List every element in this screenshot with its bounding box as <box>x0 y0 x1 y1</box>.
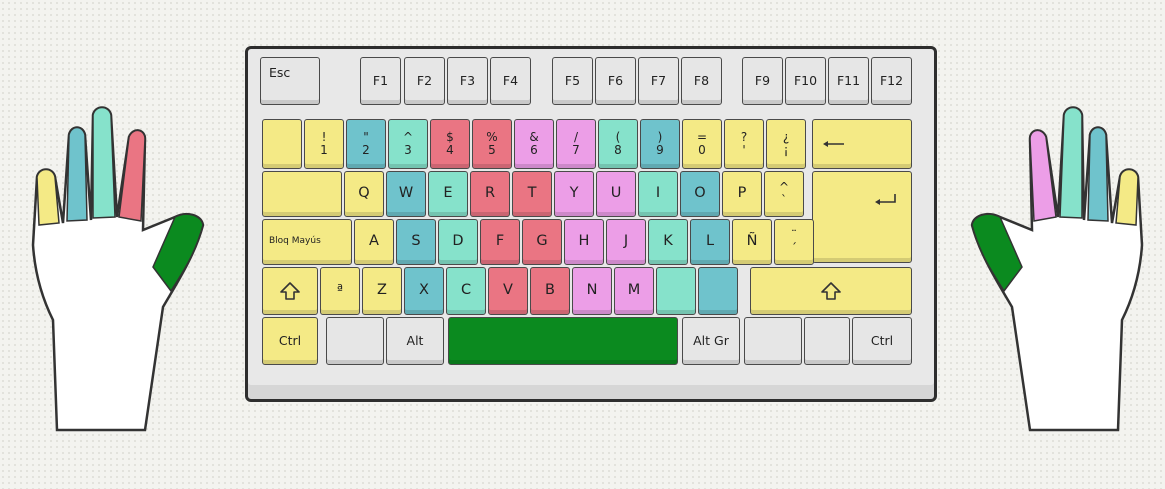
key-ctrl-left[interactable]: Ctrl <box>262 317 318 365</box>
right-ring <box>1087 126 1109 222</box>
key-tab[interactable] <box>262 171 342 217</box>
key-6-bottom: 6 <box>530 143 538 157</box>
left-hand <box>31 106 205 432</box>
key-8[interactable]: (8 <box>598 119 638 169</box>
key-diaeresis-bottom: ´ <box>791 241 797 255</box>
key-f5[interactable]: F5 <box>552 57 593 105</box>
key-6[interactable]: & 6 <box>514 119 554 169</box>
key-accent[interactable]: ^ ` <box>764 171 804 217</box>
key-backspace[interactable] <box>812 119 912 169</box>
key-a[interactable]: A <box>354 219 394 265</box>
key-j[interactable]: J <box>606 219 646 265</box>
key-comma[interactable] <box>656 267 696 315</box>
enter-arrow-icon <box>875 194 897 206</box>
key-3[interactable]: ^ 3 <box>388 119 428 169</box>
key-alt[interactable]: Alt <box>386 317 444 365</box>
key-win-left[interactable] <box>326 317 384 365</box>
key-d[interactable]: D <box>438 219 478 265</box>
key-ordinal[interactable]: ª <box>320 267 360 315</box>
key-apostrophe[interactable]: ? ' <box>724 119 764 169</box>
key-f10[interactable]: F10 <box>785 57 826 105</box>
key-capslock[interactable]: Bloq Mayús <box>262 219 352 265</box>
key-shift-left[interactable] <box>262 267 318 315</box>
key-v[interactable]: V <box>488 267 528 315</box>
key-i[interactable]: I <box>638 171 678 217</box>
key-f9[interactable]: F9 <box>742 57 783 105</box>
key-y[interactable]: Y <box>554 171 594 217</box>
key-0[interactable]: = 0 <box>682 119 722 169</box>
key-inverted-exclamation-bottom: ¡ <box>783 143 789 157</box>
key-f11[interactable]: F11 <box>828 57 869 105</box>
key-f[interactable]: F <box>480 219 520 265</box>
key-l[interactable]: L <box>690 219 730 265</box>
key-r[interactable]: R <box>470 171 510 217</box>
key-z[interactable]: Z <box>362 267 402 315</box>
keyboard: Esc F1 F2 F3 F4 F5 F6 F7 F8 F9 F10 F11 F… <box>245 46 937 402</box>
key-7-bottom: 7 <box>572 143 580 157</box>
key-space[interactable] <box>448 317 678 365</box>
key-ctrl-right[interactable]: Ctrl <box>852 317 912 365</box>
key-accent-bottom: ` <box>781 193 787 207</box>
key-7[interactable]: /7 <box>556 119 596 169</box>
key-esc[interactable]: Esc <box>260 57 320 105</box>
key-2[interactable]: " 2 <box>346 119 386 169</box>
key-f2[interactable]: F2 <box>404 57 445 105</box>
key-n-tilde[interactable]: Ñ <box>732 219 772 265</box>
left-middle <box>92 106 116 219</box>
key-grave[interactable] <box>262 119 302 169</box>
key-3-bottom: 3 <box>404 143 412 157</box>
shift-arrow-icon <box>821 282 841 300</box>
key-k[interactable]: K <box>648 219 688 265</box>
key-n[interactable]: N <box>572 267 612 315</box>
key-q[interactable]: Q <box>344 171 384 217</box>
key-period[interactable] <box>698 267 738 315</box>
backspace-arrow-icon <box>823 139 845 149</box>
key-b[interactable]: B <box>530 267 570 315</box>
key-f7[interactable]: F7 <box>638 57 679 105</box>
key-9-bottom: 9 <box>656 143 664 157</box>
key-2-bottom: 2 <box>362 143 370 157</box>
key-f6[interactable]: F6 <box>595 57 636 105</box>
left-ring <box>66 126 88 222</box>
key-win-right[interactable] <box>744 317 802 365</box>
key-s[interactable]: S <box>396 219 436 265</box>
key-9[interactable]: ) 9 <box>640 119 680 169</box>
key-f3[interactable]: F3 <box>447 57 488 105</box>
key-m[interactable]: M <box>614 267 654 315</box>
key-0-bottom: 0 <box>698 143 706 157</box>
key-f12[interactable]: F12 <box>871 57 912 105</box>
key-diaeresis[interactable]: ¨ ´ <box>774 219 814 265</box>
key-u[interactable]: U <box>596 171 636 217</box>
key-altgr[interactable]: Alt Gr <box>682 317 740 365</box>
key-inverted-exclamation[interactable]: ¿ ¡ <box>766 119 806 169</box>
key-e[interactable]: E <box>428 171 468 217</box>
shift-arrow-icon <box>280 282 300 300</box>
key-o[interactable]: O <box>680 171 720 217</box>
key-f1[interactable]: F1 <box>360 57 401 105</box>
left-pinky <box>36 168 60 226</box>
right-middle <box>1059 106 1083 219</box>
key-8-bottom: 8 <box>614 143 622 157</box>
right-pinky <box>1115 168 1139 226</box>
key-f8[interactable]: F8 <box>681 57 722 105</box>
key-4-bottom: 4 <box>446 143 454 157</box>
key-1[interactable]: ! 1 <box>304 119 344 169</box>
key-w[interactable]: W <box>386 171 426 217</box>
key-g[interactable]: G <box>522 219 562 265</box>
key-enter[interactable] <box>812 171 912 263</box>
key-5-bottom: 5 <box>488 143 496 157</box>
key-apostrophe-bottom: ' <box>742 143 746 157</box>
key-h[interactable]: H <box>564 219 604 265</box>
key-f4[interactable]: F4 <box>490 57 531 105</box>
key-t[interactable]: T <box>512 171 552 217</box>
key-4[interactable]: $4 <box>430 119 470 169</box>
right-hand <box>970 106 1144 432</box>
key-shift-right[interactable] <box>750 267 912 315</box>
key-1-bottom: 1 <box>320 143 328 157</box>
key-5[interactable]: % 5 <box>472 119 512 169</box>
key-c[interactable]: C <box>446 267 486 315</box>
key-menu[interactable] <box>804 317 850 365</box>
key-p[interactable]: P <box>722 171 762 217</box>
key-x[interactable]: X <box>404 267 444 315</box>
